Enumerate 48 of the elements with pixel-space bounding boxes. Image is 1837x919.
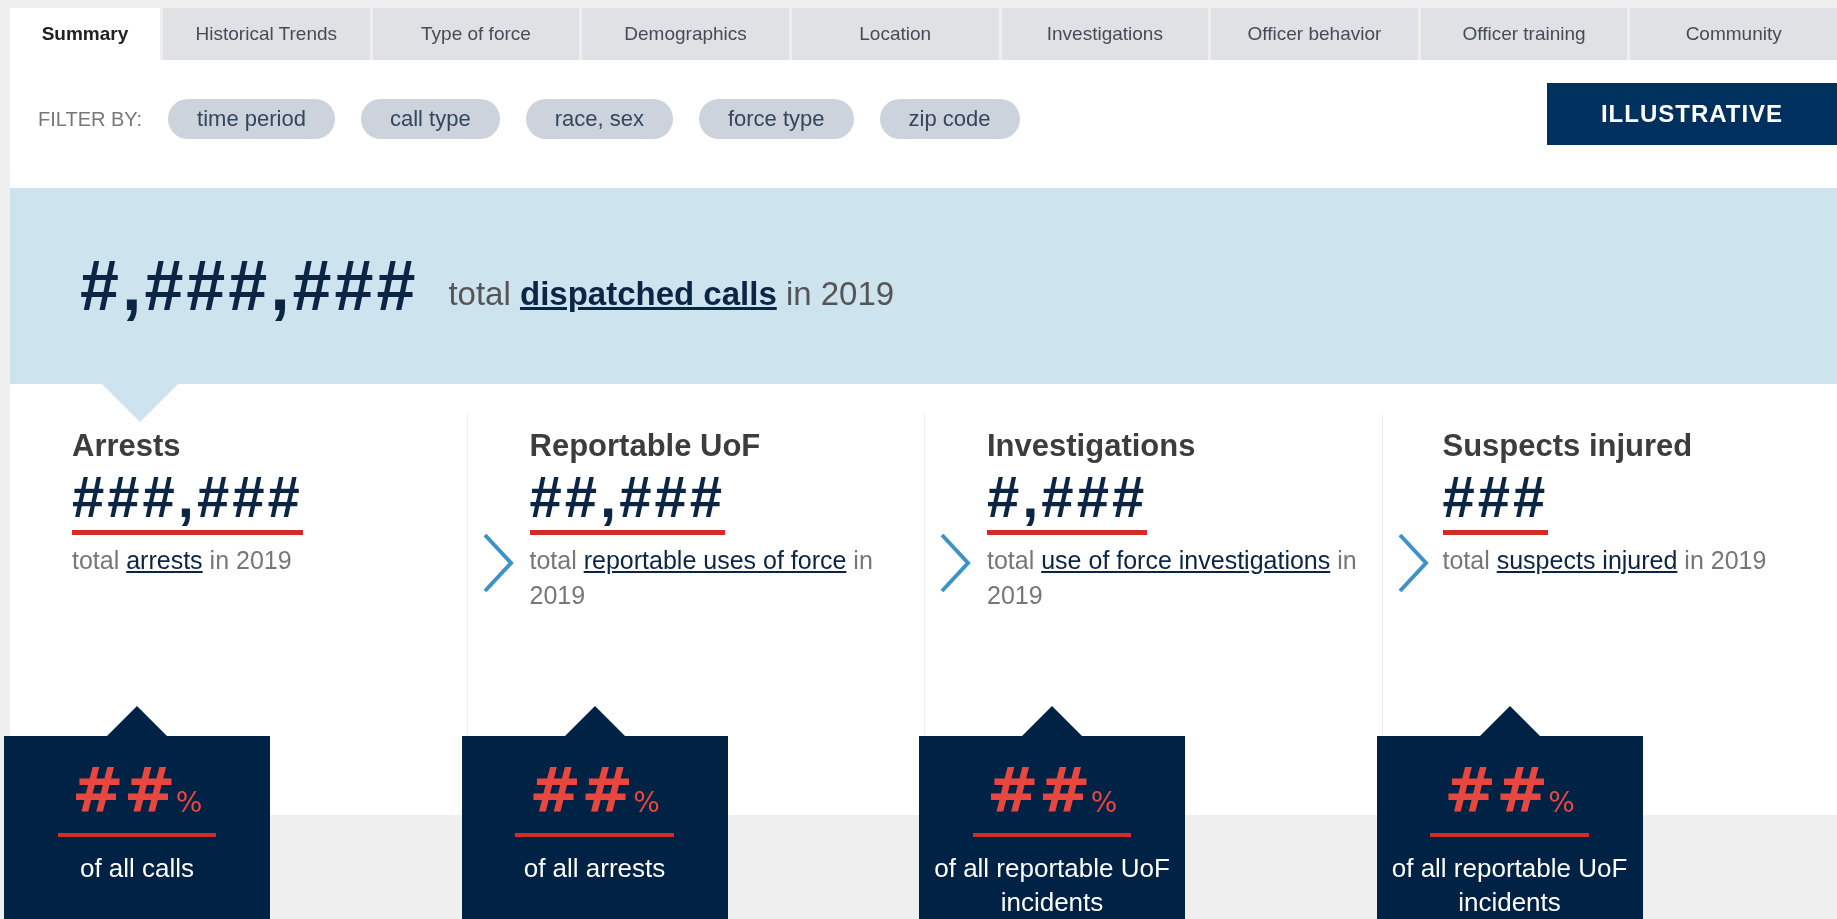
metric-number: ###,###: [72, 464, 303, 535]
percent-sign: %: [633, 786, 660, 819]
percent-sign: %: [1090, 786, 1118, 819]
metric-number: ##,###: [529, 464, 725, 535]
tab[interactable]: Demographics: [582, 8, 789, 60]
percent-caption: of all calls: [78, 852, 196, 885]
metric-description: total arrests in 2019: [72, 545, 293, 576]
metric-number: ###: [1442, 464, 1549, 535]
percent-value: ##: [529, 754, 634, 827]
illustrative-button[interactable]: ILLUSTRATIVE: [1547, 83, 1837, 145]
metric-link[interactable]: reportable uses of force: [583, 546, 847, 574]
filter-chip[interactable]: zip code: [879, 99, 1020, 139]
tab[interactable]: Officer training: [1420, 8, 1628, 60]
percent-sign: %: [175, 786, 203, 819]
percent-caption: of all reportable UoF incidents: [1390, 852, 1629, 919]
chevron-right-icon: [938, 532, 972, 594]
metric-link[interactable]: arrests: [126, 546, 203, 574]
metric-number: #,###: [987, 464, 1148, 535]
dispatched-calls-link[interactable]: dispatched calls: [519, 275, 777, 312]
tab[interactable]: Location: [791, 8, 999, 60]
filter-label: FILTER BY:: [38, 107, 143, 131]
filter-chip[interactable]: race, sex: [525, 99, 673, 139]
percent-sign: %: [1548, 786, 1575, 819]
filter-chip[interactable]: force type: [698, 99, 854, 139]
percent-value: ##: [986, 754, 1091, 827]
metric-title: Reportable UoF: [529, 428, 761, 464]
metric-link[interactable]: use of force investigations: [1041, 546, 1331, 574]
percent-value: ##: [71, 754, 176, 827]
filter-chip[interactable]: time period: [168, 99, 335, 139]
tab[interactable]: Officer behavior: [1211, 8, 1418, 60]
metric-title: Suspects injured: [1442, 428, 1693, 464]
total-number: #,###,###: [80, 246, 419, 326]
percent-value: ##: [1444, 754, 1549, 827]
metric-description: total suspects injured in 2019: [1442, 545, 1768, 576]
tab[interactable]: Investigations: [1001, 8, 1209, 60]
metric-link[interactable]: suspects injured: [1496, 546, 1678, 574]
tab[interactable]: Summary: [10, 8, 160, 60]
tab[interactable]: Community: [1630, 8, 1837, 60]
tab[interactable]: Type of force: [372, 8, 580, 60]
percent-caption: of all reportable UoF incidents: [933, 852, 1171, 919]
tab[interactable]: Historical Trends: [163, 8, 370, 60]
headline-text: total dispatched calls in 2019: [448, 275, 895, 313]
metric-description: total reportable uses of force in 2019: [529, 545, 874, 611]
metric-description: total use of force investigations in 2019: [987, 545, 1357, 611]
metric-title: Arrests: [72, 428, 181, 464]
percent-caption: of all arrests: [522, 852, 667, 885]
filter-chip[interactable]: call type: [360, 99, 500, 139]
metric-title: Investigations: [987, 428, 1196, 464]
